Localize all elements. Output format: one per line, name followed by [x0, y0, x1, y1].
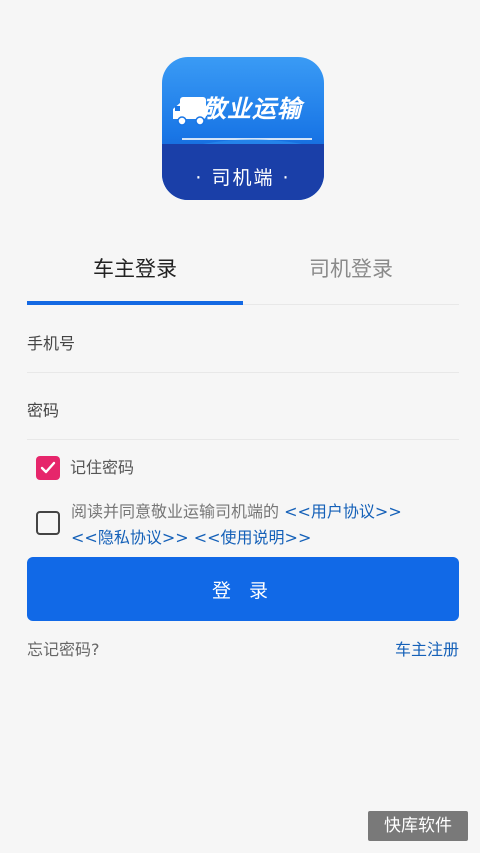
login-tabs: 车主登录 司机登录 [27, 250, 459, 306]
logo-title: 敬业运输 [202, 95, 302, 123]
app-logo: 敬业运输 · 司机端 · [162, 57, 324, 200]
password-input[interactable] [27, 390, 459, 430]
phone-field [27, 323, 459, 373]
tab-owner-login[interactable]: 车主登录 [27, 250, 243, 306]
divider [27, 372, 459, 373]
forgot-password-link[interactable]: 忘记密码? [27, 636, 100, 660]
privacy-agreement-link[interactable]: <<隐私协议>> [71, 528, 189, 547]
agreement-prefix: 阅读并同意敬业运输司机端的 [71, 502, 285, 521]
tab-driver-login[interactable]: 司机登录 [243, 250, 459, 306]
remember-password-row: 记住密码 [36, 456, 134, 480]
check-icon [40, 461, 56, 474]
remember-password-checkbox[interactable] [36, 456, 60, 480]
watermark: 快库软件 [368, 811, 468, 841]
login-button[interactable]: 登 录 [27, 557, 459, 621]
divider [27, 439, 459, 440]
user-agreement-link[interactable]: <<用户协议>> [284, 502, 402, 521]
remember-password-label: 记住密码 [70, 458, 135, 477]
logo-subtitle: · 司机端 · [195, 167, 291, 189]
active-tab-indicator [27, 301, 243, 305]
usage-instructions-link[interactable]: <<使用说明>> [194, 528, 312, 547]
password-field [27, 390, 459, 440]
phone-input[interactable] [27, 323, 459, 363]
agreement-row [36, 511, 60, 535]
agreement-text: 阅读并同意敬业运输司机端的 <<用户协议>> <<隐私协议>> <<使用说明>> [71, 499, 461, 551]
owner-register-link[interactable]: 车主注册 [395, 636, 459, 660]
agreement-checkbox[interactable] [36, 511, 60, 535]
